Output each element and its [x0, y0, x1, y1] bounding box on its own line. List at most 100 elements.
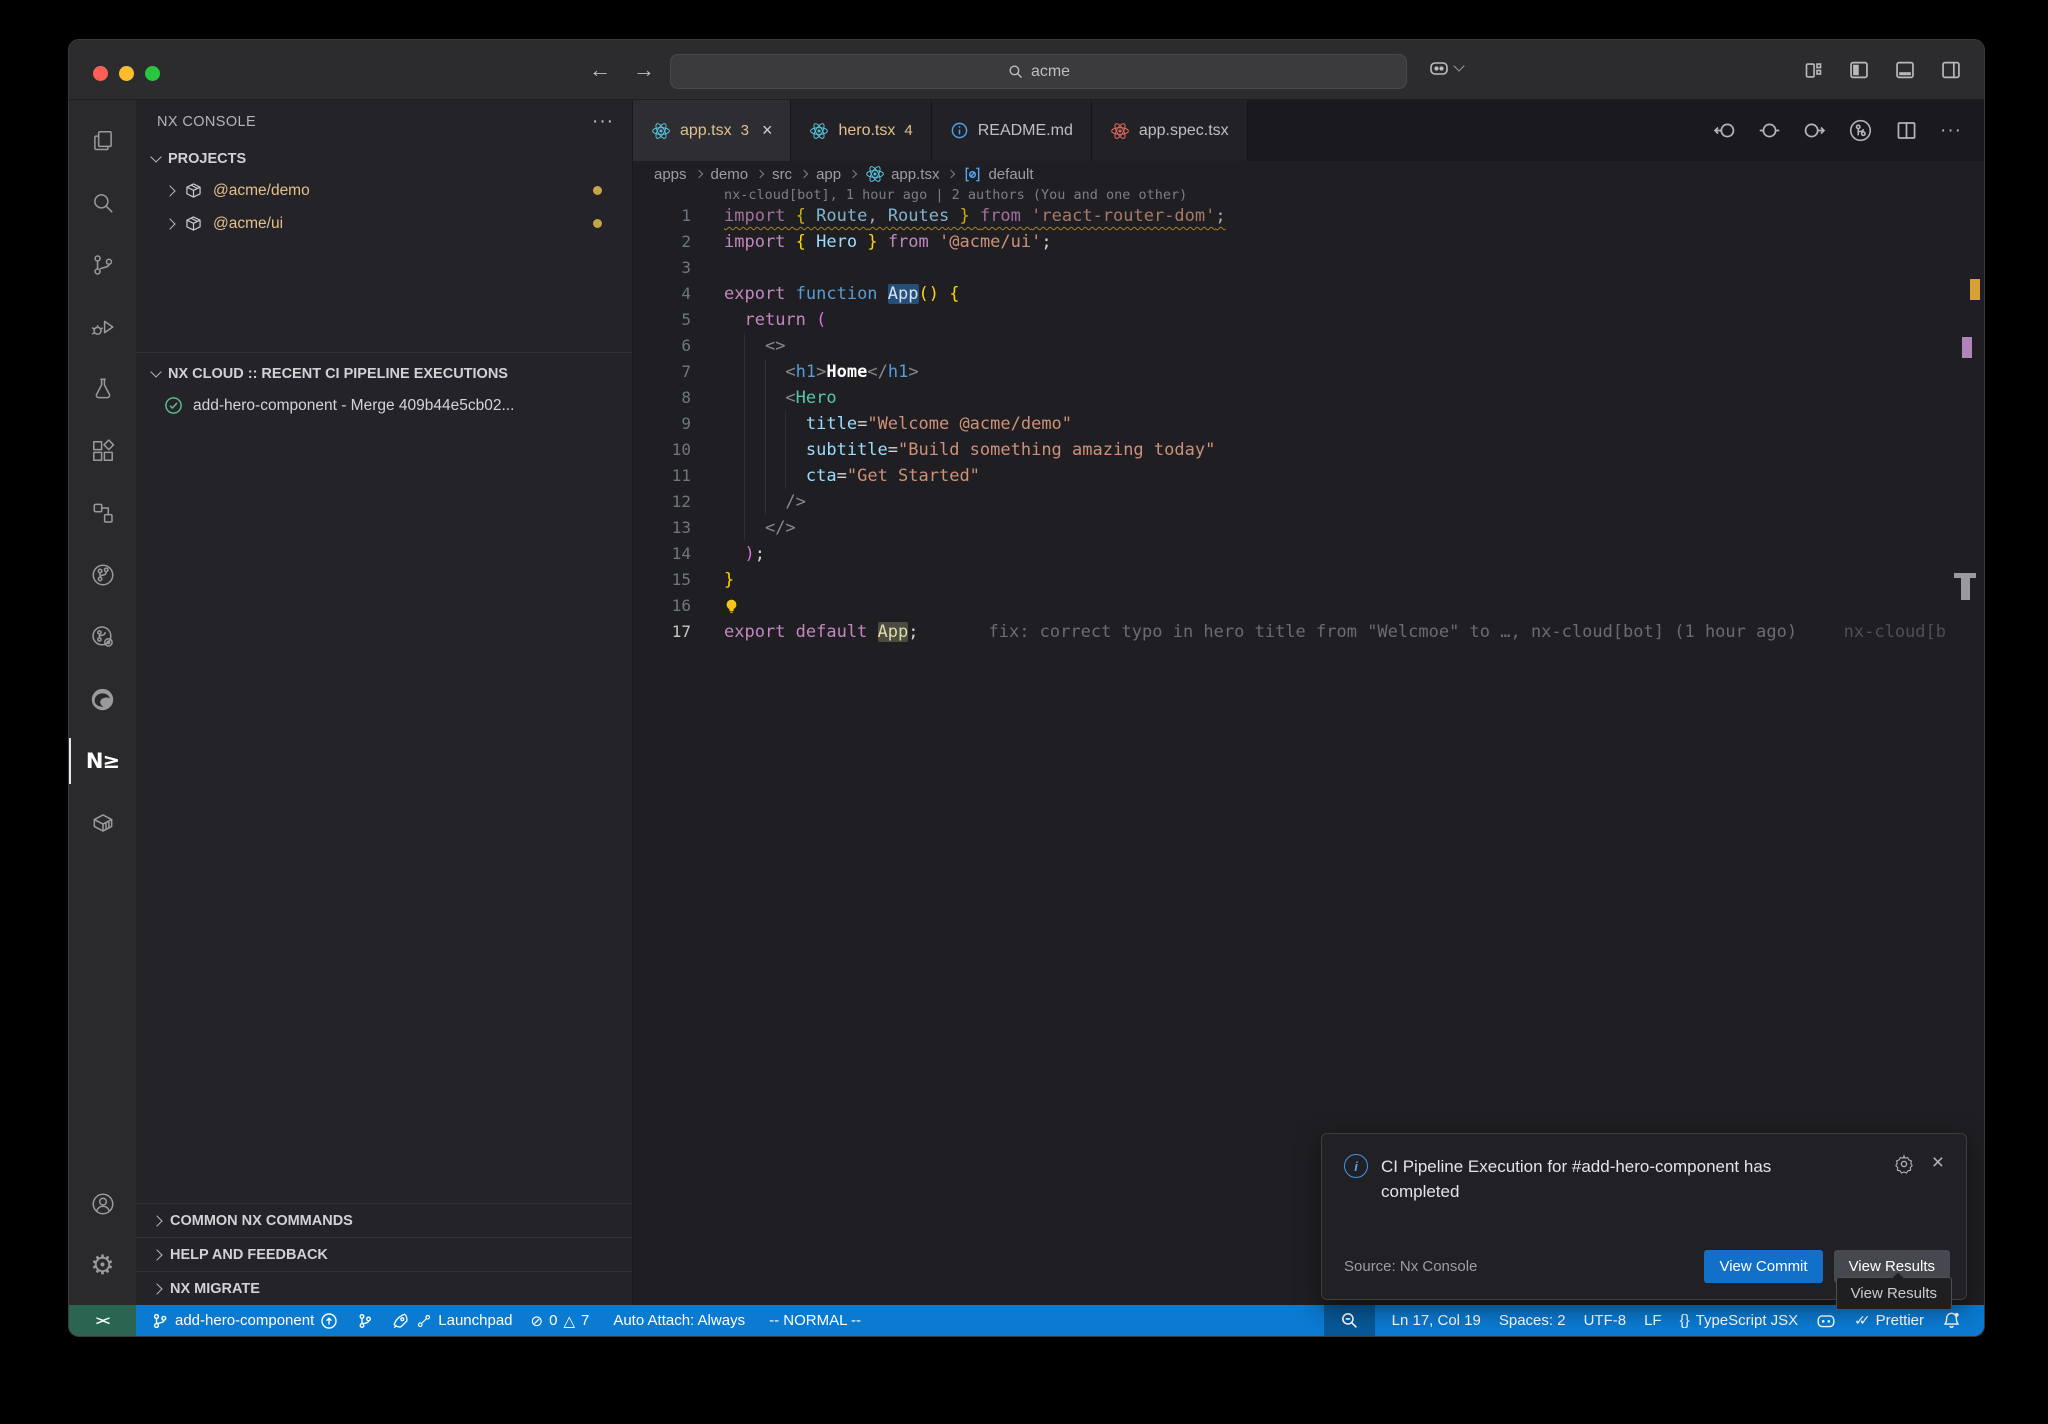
language-mode-item[interactable]: {} TypeScript JSX — [1671, 1305, 1808, 1336]
breadcrumb-item-apps[interactable]: apps — [654, 166, 687, 183]
code-line-14[interactable]: 14 ); — [633, 541, 1984, 567]
ci-pipeline-item[interactable]: add-hero-component - Merge 409b44e5cb02.… — [136, 389, 632, 422]
line-content: ); — [691, 541, 765, 567]
publish-changes-icon — [320, 1312, 338, 1330]
code-line-17[interactable]: 17export default App;fix: correct typo i… — [633, 619, 1984, 645]
activity-item-nx-console[interactable]: N≥ — [69, 730, 136, 792]
activity-item-settings[interactable]: ⚙ — [69, 1235, 136, 1297]
tab-hero.tsx[interactable]: hero.tsx4 — [791, 100, 931, 161]
launchpad-item[interactable]: Launchpad — [383, 1305, 521, 1336]
chevron-down-icon — [150, 151, 161, 162]
code-line-16[interactable]: 16 — [633, 593, 1984, 619]
git-codelens[interactable]: nx-cloud[bot], 1 hour ago | 2 authors (Y… — [633, 187, 1984, 203]
code-line-3[interactable]: 3 — [633, 255, 1984, 281]
command-center-search[interactable]: acme — [670, 54, 1407, 89]
activity-item-extensions[interactable] — [69, 420, 136, 482]
remote-indicator[interactable]: >< — [69, 1305, 136, 1336]
activity-item-gitlens-inspect[interactable] — [69, 606, 136, 668]
activity-item-gitlens[interactable] — [69, 544, 136, 606]
nav-next-change-icon[interactable] — [1803, 119, 1826, 142]
code-line-5[interactable]: 5 return ( — [633, 307, 1984, 333]
breadcrumb-item-demo[interactable]: demo — [711, 166, 749, 183]
section-common-nx-commands[interactable]: COMMON NX COMMANDS — [136, 1203, 632, 1237]
copilot-menu[interactable] — [1427, 56, 1463, 80]
tab-README.md[interactable]: README.md — [932, 100, 1092, 161]
notification-settings-gear-icon[interactable] — [1894, 1154, 1914, 1174]
project-item[interactable]: @acme/ui — [136, 207, 632, 240]
code-line-9[interactable]: 9 title="Welcome @acme/demo" — [633, 411, 1984, 437]
minimize-window-button[interactable] — [119, 66, 134, 81]
view-commit-button[interactable]: View Commit — [1704, 1250, 1822, 1283]
sidebar-title: NX CONSOLE — [157, 114, 256, 130]
breadcrumb-item-app[interactable]: app — [816, 166, 841, 183]
activity-item-edge-browser[interactable] — [69, 668, 136, 730]
section-help-and-feedback[interactable]: HELP AND FEEDBACK — [136, 1237, 632, 1271]
problems-item[interactable]: ⊘ 0 △ 7 — [522, 1305, 599, 1336]
git-branch-item[interactable]: add-hero-component — [142, 1305, 347, 1336]
project-item[interactable]: @acme/demo — [136, 174, 632, 207]
current-change-icon[interactable] — [1758, 119, 1781, 142]
code-line-7[interactable]: 7 <h1>Home</h1> — [633, 359, 1984, 385]
customize-layout-icon[interactable] — [1803, 60, 1824, 81]
close-window-button[interactable] — [93, 66, 108, 81]
code-line-1[interactable]: 1import { Route, Routes } from 'react-ro… — [633, 203, 1984, 229]
code-line-6[interactable]: 6 <> — [633, 333, 1984, 359]
breadcrumb-item-default[interactable]: default — [963, 165, 1033, 184]
tab-app.tsx[interactable]: app.tsx3× — [633, 100, 791, 161]
line-content: subtitle="Build something amazing today" — [691, 437, 1215, 463]
react-blue-icon — [865, 164, 885, 184]
commit-graph-icon[interactable] — [1848, 118, 1873, 143]
code-line-11[interactable]: 11 cta="Get Started" — [633, 463, 1984, 489]
activity-item-source-control[interactable] — [69, 234, 136, 296]
activity-item-run-debug[interactable] — [69, 296, 136, 358]
auto-attach-item[interactable]: Auto Attach: Always — [604, 1305, 754, 1336]
code-line-2[interactable]: 2import { Hero } from '@acme/ui'; — [633, 229, 1984, 255]
gitlens-compare-item[interactable] — [347, 1305, 383, 1336]
history-back-icon[interactable]: ← — [589, 57, 611, 83]
indentation-item[interactable]: Spaces: 2 — [1490, 1305, 1575, 1336]
activity-item-search[interactable] — [69, 172, 136, 234]
maximize-window-button[interactable] — [145, 66, 160, 81]
section-projects[interactable]: PROJECTS — [136, 144, 632, 174]
sidebar-more-actions-button[interactable]: ··· — [592, 111, 614, 133]
history-forward-icon[interactable]: → — [633, 57, 655, 83]
activity-item-dependency-graph[interactable] — [69, 482, 136, 544]
breadcrumb-separator — [756, 170, 764, 178]
desktop: ← → acme — [0, 0, 2048, 1424]
breadcrumb-item-app.tsx[interactable]: app.tsx — [865, 164, 939, 184]
line-content: export function App() { — [691, 281, 959, 307]
activity-item-accounts[interactable] — [69, 1173, 136, 1235]
code-line-13[interactable]: 13 </> — [633, 515, 1984, 541]
notification-close-icon[interactable]: × — [1932, 1154, 1944, 1172]
line-number: 13 — [633, 515, 691, 541]
nav-previous-change-icon[interactable] — [1713, 119, 1736, 142]
code-line-10[interactable]: 10 subtitle="Build something amazing tod… — [633, 437, 1984, 463]
rocket-icon — [392, 1312, 410, 1330]
breadcrumb-item-src[interactable]: src — [772, 166, 792, 183]
activity-item-containers[interactable] — [69, 792, 136, 854]
vim-mode-item[interactable]: -- NORMAL -- — [760, 1305, 870, 1336]
activity-item-explorer[interactable] — [69, 110, 136, 172]
tab-close-icon[interactable]: × — [762, 120, 773, 141]
code-line-4[interactable]: 4export function App() { — [633, 281, 1984, 307]
tab-app.spec.tsx[interactable]: app.spec.tsx — [1092, 100, 1248, 161]
split-editor-icon[interactable] — [1895, 119, 1918, 142]
line-content: export default App; — [691, 619, 919, 645]
editor-more-actions-icon[interactable]: ··· — [1940, 120, 1962, 142]
zoom-indicator[interactable] — [1324, 1305, 1375, 1336]
section-nx-cloud[interactable]: NX CLOUD :: RECENT CI PIPELINE EXECUTION… — [136, 359, 632, 389]
activity-item-testing[interactable] — [69, 358, 136, 420]
line-number: 9 — [633, 411, 691, 437]
encoding-item[interactable]: UTF-8 — [1575, 1305, 1636, 1336]
code-line-12[interactable]: 12 /> — [633, 489, 1984, 515]
toggle-primary-sidebar-icon[interactable] — [1848, 59, 1870, 81]
toggle-secondary-sidebar-icon[interactable] — [1940, 59, 1962, 81]
scrollbar-handle-stem[interactable] — [1961, 578, 1970, 600]
code-line-8[interactable]: 8 <Hero — [633, 385, 1984, 411]
eol-item[interactable]: LF — [1635, 1305, 1671, 1336]
toggle-panel-icon[interactable] — [1894, 59, 1916, 81]
cursor-position-item[interactable]: Ln 17, Col 19 — [1383, 1305, 1490, 1336]
line-content: import { Route, Routes } from 'react-rou… — [691, 203, 1226, 229]
code-line-15[interactable]: 15} — [633, 567, 1984, 593]
section-nx-migrate[interactable]: NX MIGRATE — [136, 1271, 632, 1305]
